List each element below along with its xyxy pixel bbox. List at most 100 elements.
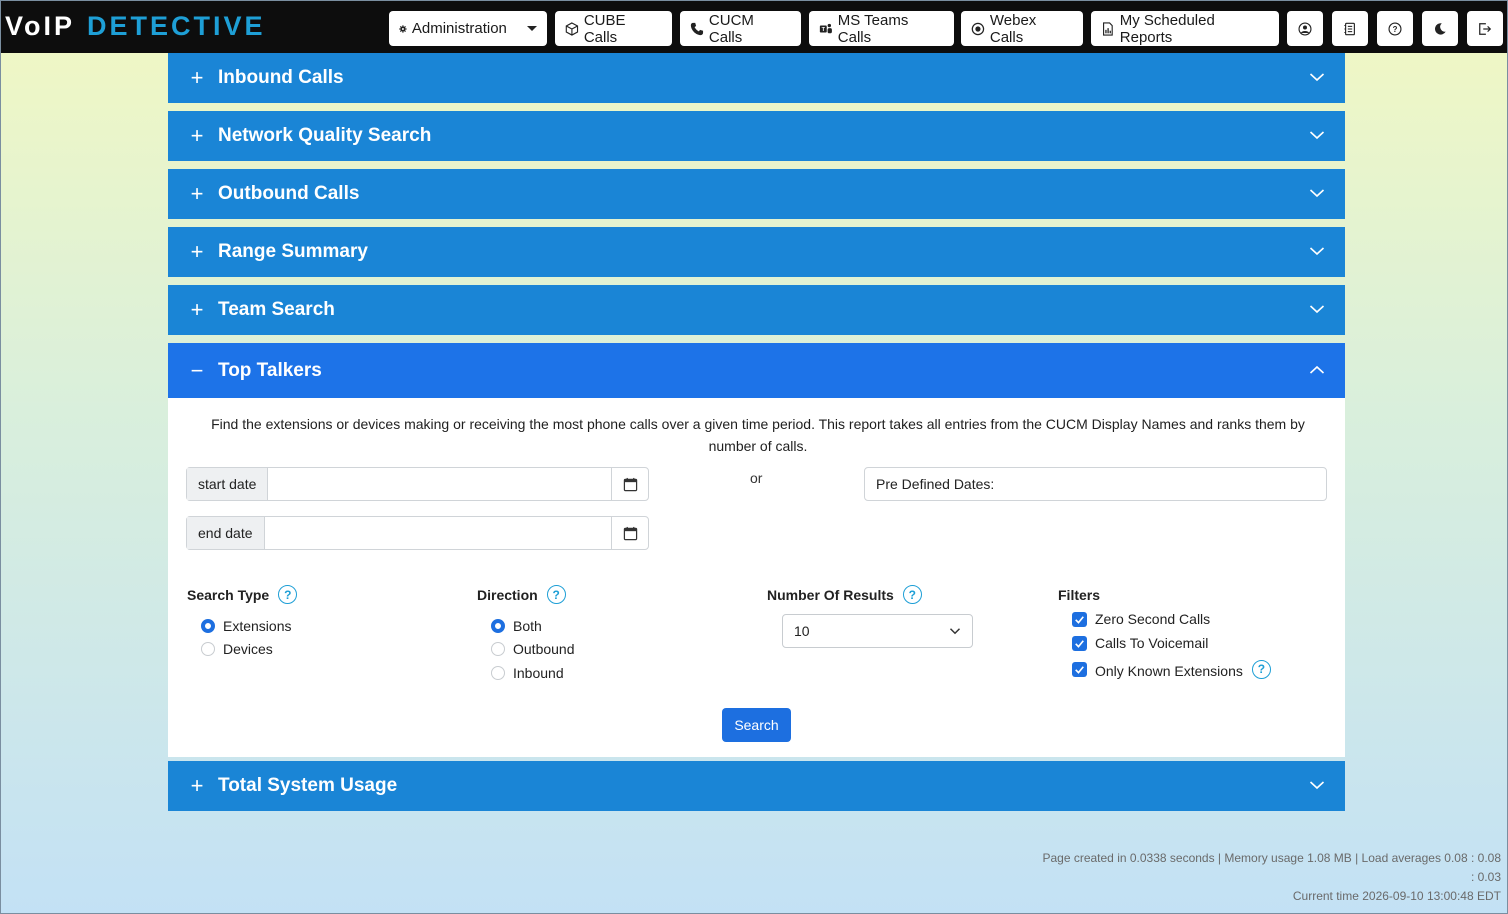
- chevron-down-icon: [1309, 73, 1325, 82]
- filter-calls-to-voicemail[interactable]: Calls To Voicemail: [1072, 635, 1208, 651]
- ms-teams-icon: T: [819, 23, 832, 33]
- direction-inbound[interactable]: Inbound: [491, 665, 564, 681]
- administration-dropdown[interactable]: Administration: [389, 11, 547, 46]
- question-circle-icon: ?: [1388, 21, 1402, 36]
- cube-calls-label: CUBE Calls: [583, 11, 626, 46]
- chevron-down-icon: [1309, 305, 1325, 314]
- svg-text:T: T: [822, 27, 826, 33]
- cube-icon: [565, 21, 579, 36]
- plus-icon: +: [190, 297, 204, 322]
- help-circle-icon[interactable]: ?: [1251, 659, 1271, 679]
- checkbox[interactable]: [1072, 611, 1087, 627]
- help-circle-icon[interactable]: ?: [546, 585, 566, 604]
- dark-mode-toggle[interactable]: [1422, 11, 1458, 46]
- plus-icon: +: [190, 123, 204, 148]
- ms-teams-calls-label: MS Teams Calls: [837, 11, 909, 46]
- or-separator: or: [750, 470, 763, 486]
- notes-button[interactable]: [1332, 11, 1368, 46]
- filters-label: Filters: [1058, 587, 1101, 603]
- moon-icon: [1435, 22, 1446, 35]
- my-scheduled-reports-button[interactable]: My Scheduled Reports: [1091, 11, 1279, 46]
- chevron-down-icon: [949, 628, 961, 635]
- radio-button[interactable]: [491, 642, 505, 656]
- footer-stats-cont: : 0.03: [1470, 870, 1501, 884]
- report-description: Find the extensions or devices making or…: [211, 416, 1305, 454]
- predefined-dates-select[interactable]: Pre Defined Dates:: [864, 467, 1327, 501]
- my-scheduled-reports-label: My Scheduled Reports: [1119, 11, 1215, 46]
- direction-both[interactable]: Both: [491, 618, 542, 634]
- reports-accordion: + Inbound Calls + Network Quality Search…: [168, 53, 1345, 819]
- check-icon: [1075, 639, 1084, 648]
- calendar-icon[interactable]: [611, 517, 648, 549]
- calendar-icon[interactable]: [611, 468, 648, 500]
- cube-calls-button[interactable]: CUBE Calls: [555, 11, 672, 46]
- end-date-input[interactable]: [264, 517, 611, 549]
- accordion-inbound-calls[interactable]: + Inbound Calls: [168, 53, 1345, 103]
- chevron-down-icon: [1309, 781, 1325, 790]
- chevron-up-icon: [1309, 365, 1325, 374]
- check-icon: [1075, 615, 1084, 624]
- start-date-input[interactable]: [268, 468, 611, 500]
- chevron-down-icon: [1309, 247, 1325, 256]
- logout-button[interactable]: [1467, 11, 1503, 46]
- radio-button[interactable]: [491, 619, 505, 633]
- ms-teams-calls-button[interactable]: T MS Teams Calls: [809, 11, 954, 46]
- footer-stats: Page created in 0.0338 seconds | Memory …: [1042, 851, 1501, 865]
- logo-text-detective: DETECTIVE: [87, 10, 266, 41]
- webex-calls-button[interactable]: Webex Calls: [961, 11, 1083, 46]
- page-footer: Page created in 0.0338 seconds | Memory …: [1001, 849, 1501, 906]
- help-button[interactable]: ?: [1377, 11, 1413, 46]
- check-icon: [1075, 665, 1084, 674]
- end-date-group: end date: [186, 516, 649, 550]
- search-button[interactable]: Search: [722, 708, 791, 742]
- accordion-title: Range Summary: [218, 241, 368, 262]
- radio-label: Devices: [223, 641, 273, 657]
- cucm-calls-label: CUCM Calls: [708, 11, 754, 46]
- accordion-title: Outbound Calls: [218, 183, 360, 204]
- logo-text-voip: VoIP: [5, 10, 76, 41]
- checkbox-label: Only Known Extensions: [1095, 663, 1243, 679]
- accordion-range-summary[interactable]: + Range Summary: [168, 227, 1345, 277]
- plus-icon: +: [190, 239, 204, 264]
- checkbox-label: Calls To Voicemail: [1095, 635, 1209, 651]
- help-circle-icon[interactable]: ?: [902, 585, 922, 604]
- radio-label: Inbound: [513, 665, 564, 681]
- accordion-outbound-calls[interactable]: + Outbound Calls: [168, 169, 1345, 219]
- webex-calls-label: Webex Calls: [989, 11, 1037, 46]
- chevron-down-icon: [527, 26, 537, 31]
- direction-outbound[interactable]: Outbound: [491, 641, 575, 657]
- filter-only-known-extensions[interactable]: Only Known Extensions ?: [1072, 659, 1271, 679]
- search-type-devices[interactable]: Devices: [201, 641, 273, 657]
- radio-button[interactable]: [201, 619, 215, 633]
- accordion-top-talkers[interactable]: − Top Talkers: [168, 343, 1345, 398]
- logout-icon: [1479, 22, 1492, 35]
- search-type-label: Search Type: [187, 586, 270, 603]
- radio-button[interactable]: [201, 642, 215, 656]
- number-of-results-heading: Number Of Results ?: [767, 585, 922, 604]
- accordion-network-quality-search[interactable]: + Network Quality Search: [168, 111, 1345, 161]
- number-of-results-select[interactable]: 10: [782, 614, 973, 648]
- top-navbar: VoIP DETECTIVE Administration CUBE Calls…: [1, 1, 1507, 53]
- checkbox[interactable]: [1072, 635, 1087, 651]
- minus-icon: −: [190, 357, 204, 383]
- checkbox[interactable]: [1072, 661, 1087, 677]
- search-type-extensions[interactable]: Extensions: [201, 618, 291, 634]
- voip-detective-logo[interactable]: VoIP DETECTIVE: [5, 8, 266, 44]
- cucm-calls-button[interactable]: CUCM Calls: [680, 11, 801, 46]
- footer-current-time: Current time 2026-09-10 13:00:48 EDT: [1292, 889, 1501, 903]
- filters-heading: Filters: [1058, 587, 1100, 603]
- accordion-title: Network Quality Search: [218, 125, 432, 146]
- accordion-title: Total System Usage: [218, 775, 398, 796]
- report-file-icon: [1103, 21, 1113, 36]
- filter-zero-second-calls[interactable]: Zero Second Calls: [1072, 611, 1210, 627]
- user-profile-button[interactable]: [1287, 11, 1323, 46]
- search-type-heading: Search Type ?: [187, 585, 298, 604]
- chevron-down-icon: [1309, 189, 1325, 198]
- help-circle-icon[interactable]: ?: [278, 585, 298, 604]
- accordion-total-system-usage[interactable]: + Total System Usage: [168, 761, 1345, 811]
- accordion-team-search[interactable]: + Team Search: [168, 285, 1345, 335]
- radio-label: Both: [513, 618, 542, 634]
- radio-button[interactable]: [491, 666, 505, 680]
- plus-icon: +: [190, 65, 204, 90]
- radio-label: Outbound: [513, 641, 575, 657]
